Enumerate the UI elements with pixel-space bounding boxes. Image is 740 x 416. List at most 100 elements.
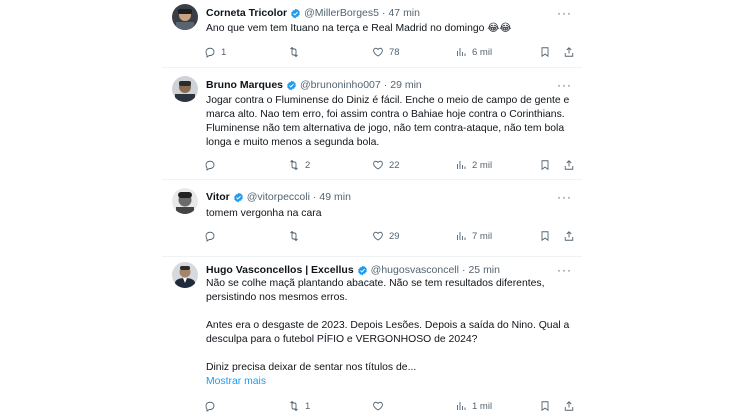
heart-icon [373, 47, 383, 57]
views-icon [457, 48, 466, 56]
reply-icon [205, 160, 215, 171]
author-handle[interactable]: @hugosvasconcell [371, 264, 459, 276]
author-name[interactable]: Hugo Vasconcellos | Excellus [206, 264, 354, 276]
separator-dot: · [381, 7, 386, 19]
retweet-icon [290, 46, 298, 58]
tweet-text-content: tomem vergonha na cara [206, 208, 322, 219]
like-button[interactable]: 78 [372, 46, 400, 58]
heart-icon [373, 401, 383, 411]
avatar[interactable] [172, 188, 198, 214]
timestamp[interactable]: 29 min [390, 79, 422, 91]
avatar[interactable] [172, 76, 198, 102]
reply-button[interactable] [204, 400, 221, 412]
tweet-text: Ano que vem tem Ituano na terça e Real M… [206, 22, 571, 36]
reply-icon [205, 231, 215, 242]
bookmark-button[interactable] [539, 230, 551, 242]
retweet-icon [290, 230, 298, 242]
views-button[interactable]: 2 mil [455, 159, 492, 171]
author-name[interactable]: Bruno Marques [206, 79, 283, 91]
separator-dot: · [383, 79, 388, 91]
view-count: 1 mil [472, 400, 493, 412]
retweet-count: 1 [305, 400, 311, 412]
reply-button[interactable] [204, 159, 221, 171]
share-icon [564, 47, 574, 57]
tweet[interactable]: Vitor @vitorpeccoli · 49 min ··· tomem v… [162, 180, 582, 257]
author-name[interactable]: Vitor [206, 191, 230, 203]
reply-icon [205, 401, 215, 412]
views-button[interactable]: 6 mil [455, 46, 492, 58]
more-options-icon[interactable]: ··· [557, 264, 572, 276]
tweet-text: Não se colhe maçã plantando abacate. Não… [206, 277, 571, 389]
tweet-text-content: Ano que vem tem Ituano na terça e Real M… [206, 23, 512, 34]
show-more-link[interactable]: Mostrar mais [206, 375, 571, 389]
author-handle[interactable]: @vitorpeccoli [247, 191, 310, 203]
tweet-text: tomem vergonha na cara [206, 207, 571, 221]
reply-feed: Corneta Tricolor @MillerBorges5 · 47 min… [162, 0, 582, 416]
retweet-icon [290, 159, 298, 171]
tweet-text-content: Jogar contra o Fluminense do Diniz é fác… [206, 95, 573, 148]
retweet-button[interactable] [288, 230, 305, 242]
separator-dot: · [312, 191, 317, 203]
like-button[interactable]: 29 [372, 230, 400, 242]
bookmark-icon [541, 160, 549, 171]
tweet[interactable]: Bruno Marques @brunoninho007 · 29 min ··… [162, 68, 582, 180]
avatar[interactable] [172, 4, 198, 30]
timestamp[interactable]: 25 min [468, 264, 500, 276]
retweet-button[interactable]: 1 [288, 400, 310, 412]
like-button[interactable] [372, 400, 389, 412]
bookmark-icon [541, 231, 549, 242]
views-icon [457, 402, 466, 410]
bookmark-button[interactable] [539, 46, 551, 58]
separator-dot: · [461, 264, 466, 276]
retweet-icon [290, 400, 298, 412]
more-options-icon[interactable]: ··· [557, 79, 572, 91]
reply-icon [205, 47, 215, 58]
more-options-icon[interactable]: ··· [557, 7, 572, 19]
bookmark-button[interactable] [539, 159, 551, 171]
tweet-text: Jogar contra o Fluminense do Diniz é fác… [206, 94, 571, 150]
timestamp[interactable]: 49 min [319, 191, 351, 203]
views-icon [457, 232, 466, 240]
avatar[interactable] [172, 262, 198, 288]
action-bar: 29 7 mil [202, 228, 575, 244]
author-handle[interactable]: @MillerBorges5 [304, 7, 379, 19]
reply-button[interactable]: 1 [204, 46, 226, 58]
share-button[interactable] [563, 159, 575, 171]
reply-button[interactable] [204, 230, 221, 242]
bookmark-icon [541, 401, 549, 412]
author-name[interactable]: Corneta Tricolor [206, 7, 287, 19]
tweet[interactable]: Corneta Tricolor @MillerBorges5 · 47 min… [162, 0, 582, 68]
author-handle[interactable]: @brunoninho007 [300, 79, 381, 91]
share-icon [564, 160, 574, 170]
share-button[interactable] [563, 230, 575, 242]
view-count: 2 mil [472, 159, 493, 171]
heart-icon [373, 160, 383, 170]
more-options-icon[interactable]: ··· [557, 191, 572, 203]
bookmark-button[interactable] [539, 400, 551, 412]
like-count: 22 [389, 159, 400, 171]
share-button[interactable] [563, 400, 575, 412]
like-count: 78 [389, 46, 400, 58]
view-count: 7 mil [472, 230, 493, 242]
action-bar: 1 78 6 mil [202, 44, 575, 60]
view-count: 6 mil [472, 46, 493, 58]
views-icon [457, 161, 466, 169]
verified-badge-icon [357, 265, 367, 275]
share-icon [564, 231, 574, 241]
bookmark-icon [541, 47, 549, 58]
views-button[interactable]: 1 mil [455, 400, 492, 412]
action-bar: 2 22 2 mil [202, 157, 575, 173]
tweet[interactable]: Hugo Vasconcellos | Excellus @hugosvasco… [162, 257, 582, 416]
timestamp[interactable]: 47 min [388, 7, 420, 19]
retweet-button[interactable] [288, 46, 305, 58]
share-icon [564, 401, 574, 411]
verified-badge-icon [233, 192, 243, 202]
verified-badge-icon [287, 80, 296, 90]
share-button[interactable] [563, 46, 575, 58]
views-button[interactable]: 7 mil [455, 230, 492, 242]
tweet-text-content: Não se colhe maçã plantando abacate. Não… [206, 278, 570, 373]
reply-count: 1 [221, 46, 227, 58]
like-button[interactable]: 22 [372, 159, 400, 171]
retweet-button[interactable]: 2 [288, 159, 310, 171]
heart-icon [373, 231, 383, 241]
